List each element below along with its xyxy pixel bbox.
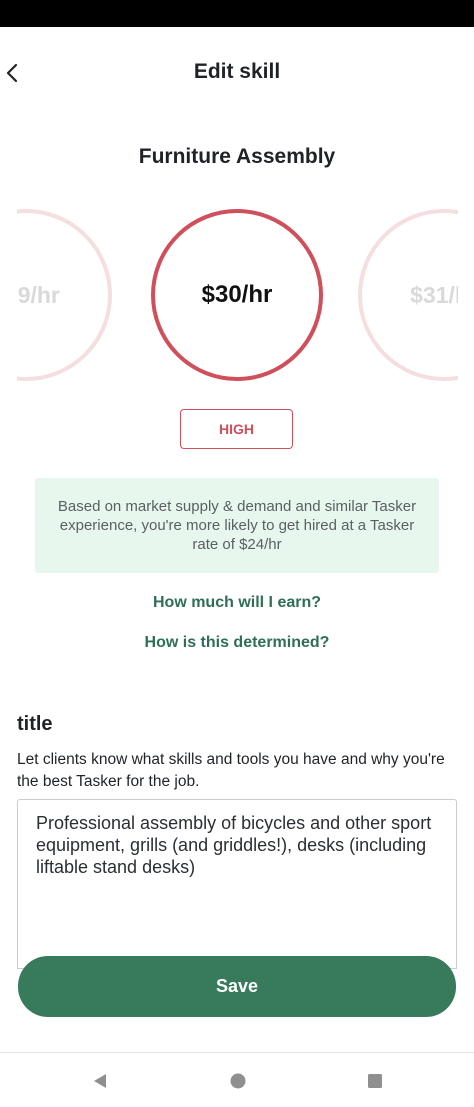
system-back-button[interactable]: [88, 1069, 112, 1093]
how-determined-link[interactable]: How is this determined?: [0, 634, 474, 652]
square-recents-icon: [368, 1074, 382, 1088]
how-much-earn-link[interactable]: How much will I earn?: [0, 594, 474, 612]
triangle-back-icon: [94, 1074, 106, 1088]
rate-carousel[interactable]: $29/hr $30/hr $31/hr: [17, 205, 458, 385]
skill-name: Furniture Assembly: [138, 145, 336, 168]
status-bar: [0, 0, 474, 27]
section-title: title: [17, 713, 53, 735]
rate-option-next[interactable]: $31/hr: [358, 209, 458, 381]
section-description: Let clients know what skills and tools y…: [17, 751, 445, 790]
skill-description-field[interactable]: Professional assembly of bicycles and ot…: [17, 799, 457, 969]
rate-selected-label: $30/hr: [201, 281, 273, 308]
system-recents-button[interactable]: [363, 1069, 387, 1093]
rate-option-selected[interactable]: $30/hr: [151, 209, 323, 381]
rate-next-label: $31/hr: [410, 281, 458, 308]
page-title: Edit skill: [193, 60, 281, 83]
system-nav-bar: [0, 1053, 474, 1107]
rate-option-previous[interactable]: $29/hr: [17, 209, 112, 381]
rate-previous-label: $29/hr: [17, 281, 60, 308]
system-home-button[interactable]: [226, 1069, 250, 1093]
rate-info-text: Based on market supply & demand and simi…: [57, 498, 417, 553]
save-button[interactable]: Save: [18, 956, 456, 1017]
rate-info-box: Based on market supply & demand and simi…: [35, 478, 439, 573]
header: Edit skill: [0, 27, 474, 119]
circle-home-icon: [230, 1073, 246, 1089]
rate-level-badge: HIGH: [180, 409, 293, 449]
